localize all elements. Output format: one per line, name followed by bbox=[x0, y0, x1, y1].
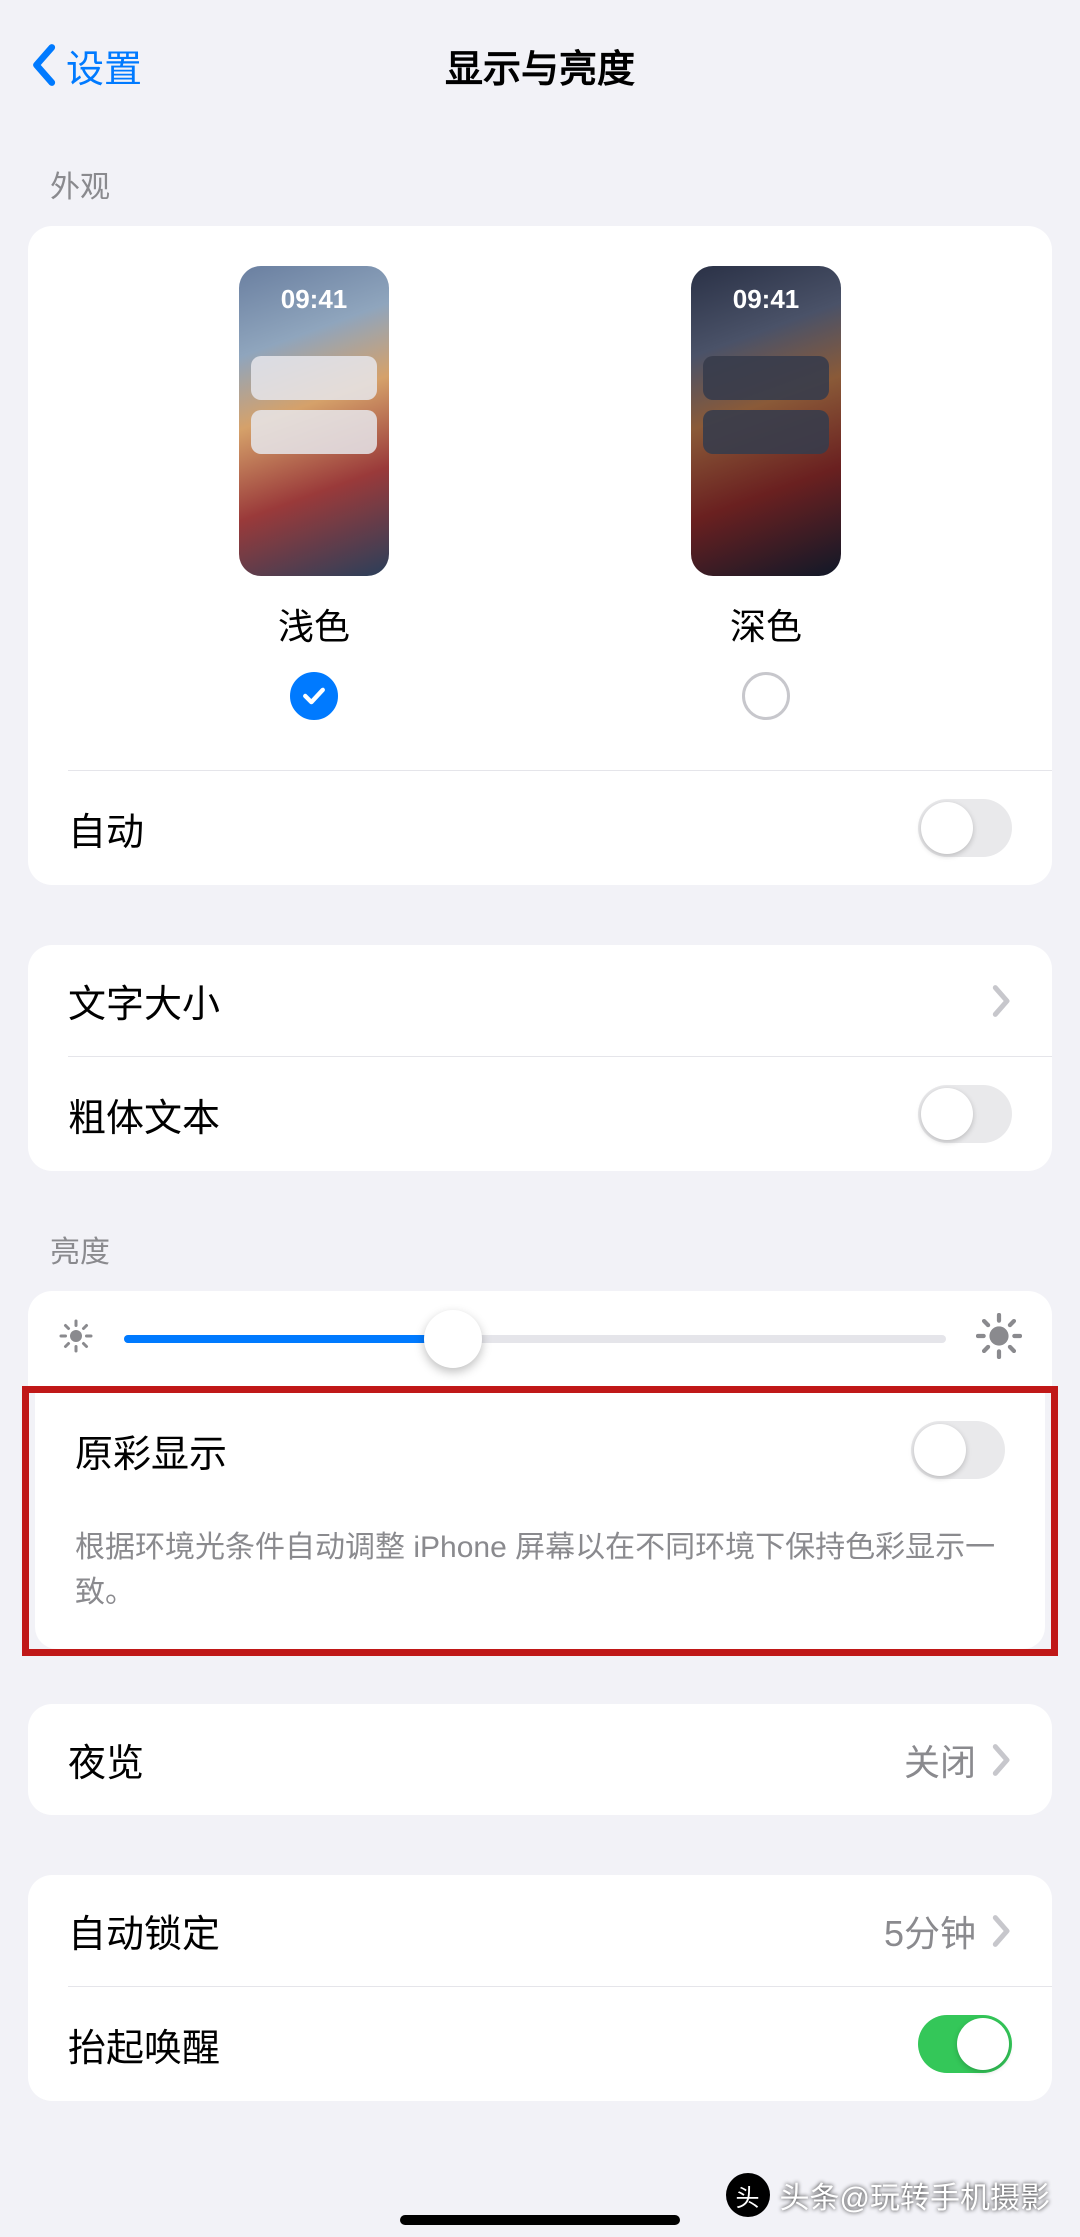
preview-time: 09:41 bbox=[239, 284, 389, 315]
auto-lock-value: 5分钟 bbox=[884, 1905, 976, 1957]
preview-time: 09:41 bbox=[691, 284, 841, 315]
appearance-dark-option[interactable]: 09:41 深色 bbox=[691, 266, 841, 720]
appearance-auto-row: 自动 bbox=[28, 771, 1052, 885]
slider-thumb[interactable] bbox=[424, 1310, 482, 1368]
text-card: 文字大小 粗体文本 bbox=[28, 945, 1052, 1171]
true-tone-label: 原彩显示 bbox=[75, 1423, 227, 1478]
sun-large-icon bbox=[976, 1313, 1022, 1364]
chevron-right-icon bbox=[992, 1914, 1012, 1948]
lock-card: 自动锁定 5分钟 抬起唤醒 bbox=[28, 1875, 1052, 2101]
slider-fill bbox=[124, 1335, 453, 1343]
chevron-right-icon bbox=[992, 1743, 1012, 1777]
sun-small-icon bbox=[58, 1318, 94, 1359]
appearance-header: 外观 bbox=[0, 130, 1080, 226]
watermark-logo-icon: 头 bbox=[726, 2173, 770, 2217]
true-tone-row: 原彩显示 bbox=[35, 1393, 1045, 1507]
checkmark-icon bbox=[300, 682, 328, 710]
preview-widget bbox=[703, 356, 829, 400]
light-label: 浅色 bbox=[278, 598, 350, 650]
light-radio[interactable] bbox=[290, 672, 338, 720]
dark-label: 深色 bbox=[730, 598, 802, 650]
back-button[interactable]: 设置 bbox=[28, 38, 142, 93]
chevron-left-icon bbox=[28, 43, 58, 87]
night-shift-row[interactable]: 夜览 关闭 bbox=[28, 1704, 1052, 1815]
watermark-text: 头条@玩转手机摄影 bbox=[780, 2173, 1050, 2217]
text-size-label: 文字大小 bbox=[68, 973, 220, 1028]
true-tone-description: 根据环境光条件自动调整 iPhone 屏幕以在不同环境下保持色彩显示一致。 bbox=[35, 1507, 1045, 1649]
text-size-row[interactable]: 文字大小 bbox=[28, 945, 1052, 1056]
auto-lock-label: 自动锁定 bbox=[68, 1903, 220, 1958]
dark-radio[interactable] bbox=[742, 672, 790, 720]
watermark: 头 头条@玩转手机摄影 bbox=[726, 2173, 1050, 2217]
page-title: 显示与亮度 bbox=[445, 38, 635, 93]
preview-widget bbox=[251, 356, 377, 400]
appearance-light-option[interactable]: 09:41 浅色 bbox=[239, 266, 389, 720]
auto-label: 自动 bbox=[68, 801, 144, 856]
preview-widget bbox=[703, 410, 829, 454]
back-label: 设置 bbox=[66, 38, 142, 93]
night-shift-label: 夜览 bbox=[68, 1732, 144, 1787]
true-tone-highlight: 原彩显示 根据环境光条件自动调整 iPhone 屏幕以在不同环境下保持色彩显示一… bbox=[22, 1386, 1058, 1656]
auto-toggle[interactable] bbox=[918, 799, 1012, 857]
bold-text-toggle[interactable] bbox=[918, 1085, 1012, 1143]
appearance-selector: 09:41 浅色 09:41 深色 bbox=[28, 226, 1052, 770]
auto-lock-row[interactable]: 自动锁定 5分钟 bbox=[28, 1875, 1052, 1986]
home-indicator[interactable] bbox=[400, 2215, 680, 2225]
navigation-bar: 设置 显示与亮度 bbox=[0, 0, 1080, 130]
true-tone-toggle[interactable] bbox=[911, 1421, 1005, 1479]
night-shift-value: 关闭 bbox=[904, 1734, 976, 1786]
true-tone-card: 原彩显示 根据环境光条件自动调整 iPhone 屏幕以在不同环境下保持色彩显示一… bbox=[35, 1393, 1045, 1649]
appearance-card: 09:41 浅色 09:41 深色 自动 bbox=[28, 226, 1052, 885]
brightness-card bbox=[28, 1291, 1052, 1386]
preview-widget bbox=[251, 410, 377, 454]
brightness-header: 亮度 bbox=[0, 1171, 1080, 1291]
raise-to-wake-row: 抬起唤醒 bbox=[28, 1987, 1052, 2101]
light-preview: 09:41 bbox=[239, 266, 389, 576]
night-shift-card: 夜览 关闭 bbox=[28, 1704, 1052, 1815]
raise-to-wake-label: 抬起唤醒 bbox=[68, 2017, 220, 2072]
brightness-slider[interactable] bbox=[124, 1335, 946, 1343]
raise-to-wake-toggle[interactable] bbox=[918, 2015, 1012, 2073]
chevron-right-icon bbox=[992, 984, 1012, 1018]
bold-text-row: 粗体文本 bbox=[28, 1057, 1052, 1171]
bold-text-label: 粗体文本 bbox=[68, 1087, 220, 1142]
brightness-slider-row bbox=[28, 1291, 1052, 1386]
dark-preview: 09:41 bbox=[691, 266, 841, 576]
